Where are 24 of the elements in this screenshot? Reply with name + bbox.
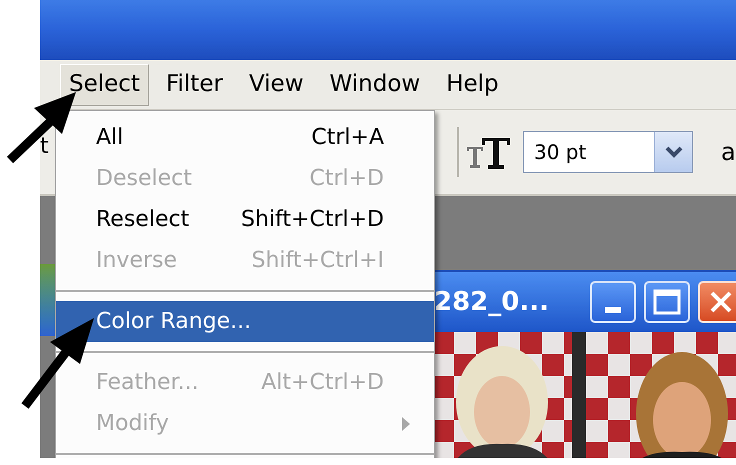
menu-option[interactable]: Color Range...	[56, 301, 434, 342]
close-button[interactable]	[698, 281, 736, 323]
submenu-arrow-icon	[402, 416, 410, 430]
menu-item[interactable]: Filter	[156, 64, 232, 106]
minimize-button[interactable]	[590, 281, 636, 323]
dropdown-button[interactable]	[654, 132, 692, 172]
minimize-icon	[605, 307, 621, 313]
maximize-button[interactable]	[644, 281, 690, 323]
menu-item[interactable]: View	[240, 64, 313, 106]
toolbar-text: a	[721, 137, 736, 168]
caret-icon	[664, 146, 682, 158]
close-icon	[709, 290, 733, 314]
document-title: 282_0...	[434, 286, 550, 318]
menu-item[interactable]: Window	[320, 64, 430, 106]
menu-item[interactable]: Select	[60, 64, 149, 106]
menu-item[interactable]: Help	[437, 64, 508, 106]
toolbar-text: t	[40, 136, 49, 158]
font-size-icon	[465, 135, 511, 169]
font-size-field[interactable]: 30 pt	[523, 131, 693, 173]
arrow	[6, 92, 76, 164]
background-window	[40, 264, 56, 336]
menu-option[interactable]: Reselect Shift+Ctrl+D	[56, 199, 434, 240]
menu-option[interactable]: All Ctrl+A	[56, 117, 434, 158]
maximize-icon	[653, 289, 681, 315]
